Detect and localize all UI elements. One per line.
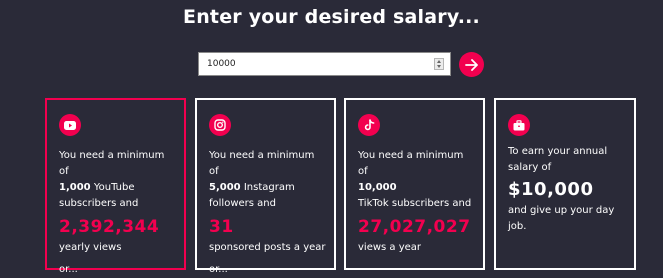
number-spinner[interactable] bbox=[434, 58, 444, 70]
youtube-icon bbox=[59, 114, 81, 136]
tiktok-count: 10,000 bbox=[358, 182, 397, 193]
submit-salary-button[interactable] bbox=[459, 52, 484, 77]
instagram-posts-value: 31 bbox=[209, 217, 234, 237]
youtube-or: or... bbox=[59, 264, 78, 275]
youtube-views-value: 2,392,344 bbox=[59, 217, 160, 237]
day-job-prefix: To earn your annual salary of bbox=[508, 146, 608, 173]
tiktok-suffix: TikTok subscribers and bbox=[358, 198, 472, 209]
briefcase-icon bbox=[508, 114, 530, 136]
tiktok-prefix: You need a minimum of bbox=[358, 150, 464, 177]
instagram-icon bbox=[209, 114, 231, 136]
instagram-card-body: You need a minimum of 5,000 Instagram fo… bbox=[209, 148, 326, 278]
youtube-count: 1,000 bbox=[59, 182, 91, 193]
youtube-card-body: You need a minimum of 1,000 YouTube subs… bbox=[59, 148, 176, 278]
instagram-card[interactable]: You need a minimum of 5,000 Instagram fo… bbox=[195, 98, 336, 275]
salary-value: $10,000 bbox=[508, 179, 594, 200]
tiktok-views-value: 27,027,027 bbox=[358, 217, 471, 237]
youtube-prefix: You need a minimum of bbox=[59, 150, 165, 177]
instagram-count: 5,000 bbox=[209, 182, 241, 193]
instagram-prefix: You need a minimum of bbox=[209, 150, 315, 177]
instagram-or: or... bbox=[209, 264, 228, 275]
page-title: Enter your desired salary... bbox=[183, 6, 480, 28]
day-job-card[interactable]: To earn your annual salary of $10,000 an… bbox=[494, 98, 636, 270]
day-job-card-body: To earn your annual salary of $10,000 an… bbox=[508, 144, 626, 235]
salary-input[interactable] bbox=[199, 53, 431, 75]
youtube-unit: yearly views bbox=[59, 242, 122, 253]
tiktok-card[interactable]: You need a minimum of 10,000 TikTok subs… bbox=[344, 98, 485, 270]
tiktok-unit: views a year bbox=[358, 242, 422, 253]
youtube-card[interactable]: You need a minimum of 1,000 YouTube subs… bbox=[45, 98, 186, 275]
arrow-right-icon bbox=[464, 58, 478, 71]
day-job-unit: and give up your day job. bbox=[508, 205, 615, 232]
tiktok-card-body: You need a minimum of 10,000 TikTok subs… bbox=[358, 148, 475, 256]
salary-input-wrapper bbox=[198, 52, 451, 76]
instagram-unit: sponsored posts a year bbox=[209, 242, 326, 253]
tiktok-icon bbox=[358, 114, 380, 136]
